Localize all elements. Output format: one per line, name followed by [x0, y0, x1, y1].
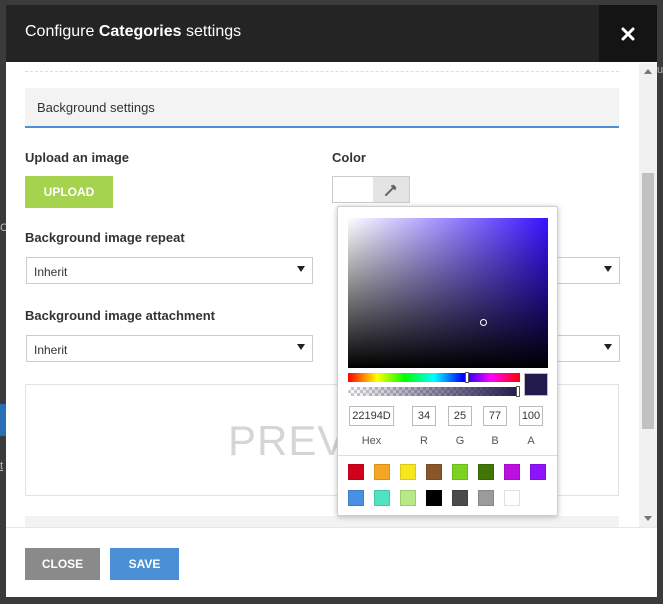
preset-color-swatch[interactable] — [348, 464, 364, 480]
preset-color-swatch[interactable] — [530, 464, 546, 480]
scrollbar-thumb[interactable] — [642, 173, 654, 429]
preset-color-swatch[interactable] — [426, 490, 442, 506]
close-modal-button[interactable] — [599, 5, 657, 62]
background-fragment: u — [657, 64, 663, 76]
divider — [25, 71, 619, 72]
modal-footer: CLOSE SAVE — [6, 527, 657, 597]
color-picker-popover: 22194D 34 25 77 100 Hex R G B A — [337, 206, 558, 516]
chevron-down-icon — [604, 266, 612, 272]
green-label: G — [455, 435, 465, 447]
background-settings-section[interactable]: Background settings — [25, 88, 619, 128]
color-label: Color — [332, 150, 366, 165]
alpha-handle[interactable] — [516, 386, 520, 397]
preset-color-swatch[interactable] — [452, 490, 468, 506]
chevron-down-icon — [604, 344, 612, 350]
alpha-slider[interactable] — [348, 386, 520, 397]
preset-color-swatch[interactable] — [426, 464, 442, 480]
chevron-down-icon — [297, 266, 305, 272]
preset-color-swatch[interactable] — [478, 464, 494, 480]
configure-settings-modal: Configure Categories settings Background… — [6, 5, 657, 597]
section-title: Background settings — [37, 100, 155, 115]
attachment-select-value: Inherit — [34, 343, 68, 357]
alpha-field[interactable]: 100 — [519, 406, 543, 426]
preset-color-swatch[interactable] — [504, 490, 520, 506]
scroll-up-icon[interactable] — [644, 69, 652, 74]
preset-color-swatch[interactable] — [374, 490, 390, 506]
blue-label: B — [491, 435, 499, 447]
scroll-down-icon[interactable] — [644, 516, 652, 521]
picker-divider — [338, 455, 557, 456]
eyedropper-button[interactable] — [373, 177, 409, 202]
hex-field[interactable]: 22194D — [349, 406, 394, 426]
preset-color-swatch[interactable] — [348, 490, 364, 506]
modal-scrollbar[interactable] — [639, 63, 657, 527]
saturation-brightness-area[interactable] — [348, 218, 548, 368]
attachment-label: Background image attachment — [25, 308, 215, 323]
background-fragment: t — [0, 460, 4, 472]
green-field[interactable]: 25 — [448, 406, 472, 426]
preset-color-swatch[interactable] — [400, 490, 416, 506]
attachment-select[interactable]: Inherit — [26, 335, 313, 362]
hue-handle[interactable] — [465, 372, 470, 383]
modal-body: Background settings Upload an image UPLO… — [6, 62, 657, 527]
save-button[interactable]: SAVE — [110, 548, 179, 580]
chevron-down-icon — [297, 344, 305, 350]
alpha-label: A — [527, 435, 535, 447]
red-label: R — [420, 435, 428, 447]
saturation-cursor[interactable] — [480, 319, 487, 326]
red-field[interactable]: 34 — [412, 406, 436, 426]
hex-label: Hex — [361, 435, 382, 447]
preset-color-swatch[interactable] — [400, 464, 416, 480]
repeat-select-value: Inherit — [34, 265, 68, 279]
preview-text: PREV — [228, 417, 347, 464]
close-button[interactable]: CLOSE — [25, 548, 100, 580]
close-icon — [621, 27, 635, 40]
color-picker-toggle[interactable] — [332, 176, 410, 203]
eyedropper-icon — [385, 184, 397, 196]
upload-button[interactable]: UPLOAD — [25, 176, 113, 208]
current-color-swatch — [524, 373, 548, 396]
repeat-label: Background image repeat — [25, 230, 185, 245]
modal-title-suffix: settings — [181, 23, 242, 40]
upload-image-label: Upload an image — [25, 150, 130, 165]
preset-color-swatch[interactable] — [504, 464, 520, 480]
preset-color-swatch[interactable] — [374, 464, 390, 480]
preset-color-swatch[interactable] — [452, 464, 468, 480]
preset-color-swatch[interactable] — [478, 490, 494, 506]
color-swatch — [333, 177, 373, 202]
modal-header: Configure Categories settings — [6, 5, 657, 62]
modal-title-prefix: Configure — [25, 23, 99, 40]
modal-title-entity: Categories — [98, 23, 182, 40]
next-section-bar[interactable]: B — [25, 516, 619, 527]
modal-title: Configure Categories settings — [25, 23, 241, 41]
blue-field[interactable]: 77 — [483, 406, 507, 426]
hue-slider[interactable] — [348, 372, 520, 383]
repeat-select[interactable]: Inherit — [26, 257, 313, 284]
